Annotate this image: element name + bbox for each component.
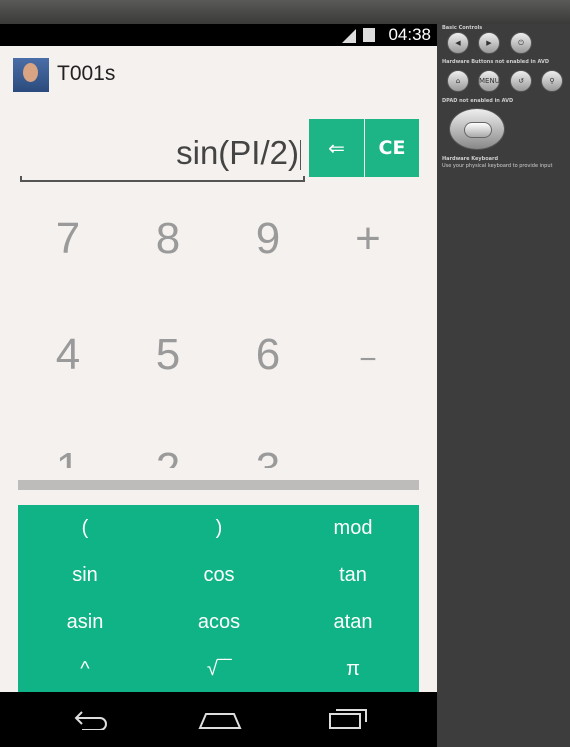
fn-atan[interactable]: atan [286,611,420,634]
expression-text: sin(PI/2) [176,134,299,171]
key-8[interactable]: 8 [118,214,218,264]
emulator-titlebar [0,0,570,24]
key-9[interactable]: 9 [218,214,318,264]
volume-up-button[interactable]: ▶ [478,32,500,54]
signal-icon [342,29,356,43]
keyboard-description: Use your physical keyboard to provide in… [442,163,553,169]
basic-controls-label: Basic Controls [442,25,483,31]
key-2[interactable]: 2 [118,444,218,468]
clear-button[interactable]: CE [365,119,419,177]
fn-mod[interactable]: mod [286,517,420,540]
fn-tan[interactable]: tan [286,564,420,587]
text-caret [300,140,301,171]
key-minus[interactable]: − [318,330,418,390]
expression-input[interactable]: sin(PI/2) [20,134,305,182]
dpad-center[interactable] [464,122,492,138]
key-6[interactable]: 6 [218,330,318,380]
app-title: T001s [57,62,116,85]
emu-search-button[interactable]: ⚲ [541,70,563,92]
keyboard-title: Hardware Keyboard [442,156,499,162]
dpad-label: DPAD not enabled in AVD [442,98,514,104]
emu-home-button[interactable]: ⌂ [447,70,469,92]
key-4[interactable]: 4 [18,330,118,380]
fn-close-paren[interactable]: ) [152,517,286,540]
key-5[interactable]: 5 [118,330,218,380]
fn-sin[interactable]: sin [18,564,152,587]
backspace-button[interactable]: ⇐ [309,119,364,177]
emulator-controls: Basic Controls ◀ ▶ ⏻ Hardware Buttons no… [437,24,570,747]
fn-cos[interactable]: cos [152,564,286,587]
emu-menu-button[interactable]: MENU [478,70,500,92]
keypad-row-clip: 1 2 3 [0,444,437,468]
panel-drag-handle[interactable] [18,480,419,490]
phone-screen: 04:38 T001s sin(PI/2) ⇐ CE 7 8 9 + 4 5 6… [0,24,437,747]
home-icon[interactable] [198,706,242,730]
emu-back-button[interactable]: ↺ [510,70,532,92]
power-button[interactable]: ⏻ [510,32,532,54]
battery-icon [363,28,375,42]
recent-apps-icon[interactable] [328,706,368,730]
navigation-bar [0,692,437,747]
function-panel: ( ) mod sin cos tan asin acos atan ^ √‾‾… [18,505,419,695]
key-plus[interactable]: + [318,214,418,264]
fn-power[interactable]: ^ [18,658,152,681]
fn-sqrt[interactable]: √‾‾ [152,658,286,681]
fn-open-paren[interactable]: ( [18,517,152,540]
hardware-buttons-label: Hardware Buttons not enabled in AVD [442,59,550,65]
back-icon[interactable] [70,706,110,730]
key-7[interactable]: 7 [18,214,118,264]
fn-acos[interactable]: acos [152,611,286,634]
fn-asin[interactable]: asin [18,611,152,634]
fn-pi[interactable]: π [286,658,420,681]
app-avatar[interactable] [13,58,49,92]
status-time: 04:38 [388,25,431,44]
key-3[interactable]: 3 [218,444,318,468]
status-bar: 04:38 [0,24,437,46]
dpad-control[interactable] [449,108,505,150]
key-1[interactable]: 1 [18,444,118,468]
volume-down-button[interactable]: ◀ [447,32,469,54]
